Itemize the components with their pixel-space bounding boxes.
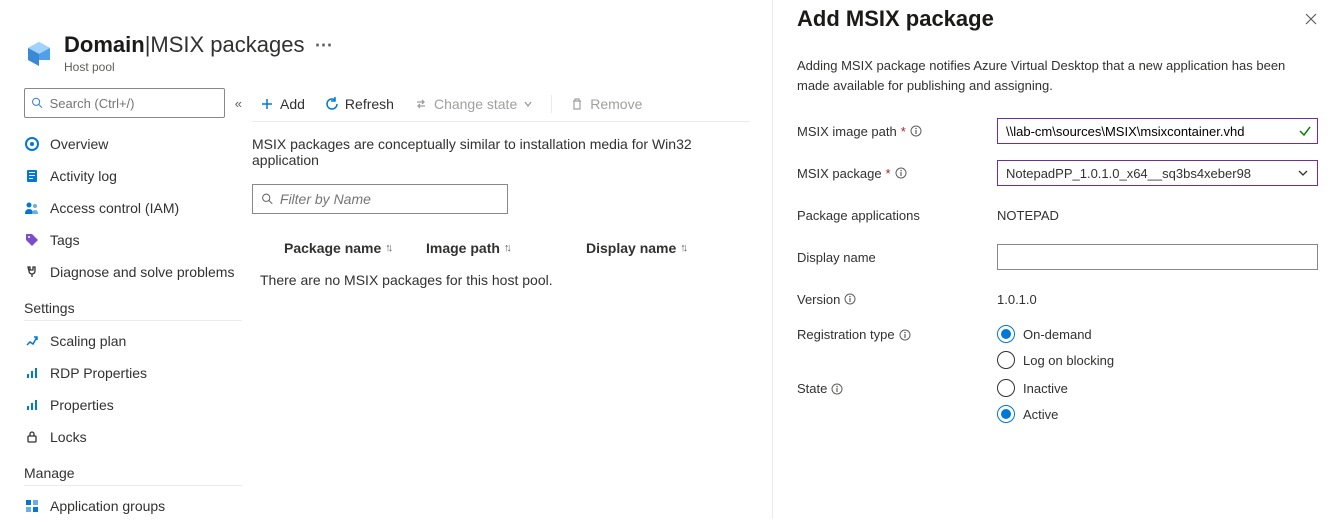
label-display-name: Display name — [797, 250, 997, 265]
chevron-down-icon — [523, 99, 533, 109]
label-apps: Package applications — [797, 208, 997, 223]
overview-icon — [24, 136, 40, 152]
sidebar-item-iam[interactable]: Access control (IAM) — [24, 192, 242, 224]
info-icon[interactable] — [895, 167, 907, 179]
rdp-icon — [24, 365, 40, 381]
activity-icon — [24, 168, 40, 184]
close-icon[interactable] — [1304, 6, 1318, 26]
radio-selected-icon — [997, 405, 1015, 423]
chevron-down-icon — [1297, 167, 1309, 179]
package-select[interactable]: NotepadPP_1.0.1.0_x64__sq3bs4xeber98 — [997, 160, 1318, 186]
info-icon[interactable] — [831, 383, 843, 395]
refresh-icon — [325, 97, 339, 111]
page-subtitle: Host pool — [64, 60, 332, 74]
filter-input[interactable] — [280, 191, 499, 207]
sidebar-item-diagnose[interactable]: Diagnose and solve problems — [24, 256, 242, 288]
apps-value: NOTEPAD — [997, 208, 1318, 223]
sidebar-item-rdp[interactable]: RDP Properties — [24, 357, 242, 389]
sidebar-item-label: Access control (IAM) — [50, 200, 179, 216]
reg-ondemand-radio[interactable]: On-demand — [997, 325, 1318, 343]
info-icon[interactable] — [899, 329, 911, 341]
tags-icon — [24, 232, 40, 248]
sidebar-item-label: Tags — [50, 232, 80, 248]
sidebar-item-label: Overview — [50, 136, 108, 152]
sidebar-item-label: Activity log — [50, 168, 117, 184]
sidebar-search[interactable] — [24, 88, 225, 118]
info-icon[interactable] — [910, 125, 922, 137]
sort-icon: ↑↓ — [680, 242, 685, 254]
trash-icon — [570, 97, 584, 111]
more-icon[interactable]: ⋯ — [314, 35, 332, 56]
search-icon — [261, 192, 274, 206]
toolbar-separator — [551, 95, 552, 113]
display-name-input[interactable] — [997, 244, 1318, 270]
sidebar-item-tags[interactable]: Tags — [24, 224, 242, 256]
state-active-radio[interactable]: Active — [997, 405, 1318, 423]
sidebar-item-locks[interactable]: Locks — [24, 421, 242, 453]
sidebar-item-properties[interactable]: Properties — [24, 389, 242, 421]
change-state-button[interactable]: Change state — [406, 86, 541, 121]
radio-icon — [997, 379, 1015, 397]
sidebar-section-manage: Manage — [24, 465, 242, 486]
col-package-name[interactable]: Package name↑↓ — [256, 240, 426, 256]
state-inactive-radio[interactable]: Inactive — [997, 379, 1318, 397]
label-state: State — [797, 379, 997, 396]
checkmark-icon — [1298, 124, 1312, 138]
scaling-icon — [24, 333, 40, 349]
sort-icon: ↑↓ — [385, 242, 390, 254]
diagnose-icon — [24, 264, 40, 280]
search-icon — [31, 96, 44, 110]
sort-icon: ↑↓ — [504, 242, 509, 254]
hostpool-icon — [24, 36, 54, 66]
reg-logon-radio[interactable]: Log on blocking — [997, 351, 1318, 369]
label-package: MSIX package* — [797, 166, 997, 181]
sidebar-item-appgroups[interactable]: Application groups — [24, 490, 242, 522]
swap-icon — [414, 97, 428, 111]
remove-button[interactable]: Remove — [562, 86, 650, 121]
col-display-name[interactable]: Display name↑↓ — [586, 240, 746, 256]
appgroups-icon — [24, 498, 40, 514]
sidebar-item-label: Application groups — [50, 498, 165, 514]
label-version: Version — [797, 292, 997, 307]
filter-box[interactable] — [252, 184, 508, 214]
description-text: MSIX packages are conceptually similar t… — [252, 136, 750, 168]
radio-icon — [997, 351, 1015, 369]
label-reg-type: Registration type — [797, 325, 997, 342]
sidebar-item-overview[interactable]: Overview — [24, 128, 242, 160]
col-image-path[interactable]: Image path↑↓ — [426, 240, 586, 256]
info-icon[interactable] — [844, 293, 856, 305]
panel-description: Adding MSIX package notifies Azure Virtu… — [797, 56, 1318, 95]
refresh-button[interactable]: Refresh — [317, 86, 402, 121]
lock-icon — [24, 429, 40, 445]
iam-icon — [24, 200, 40, 216]
panel-title: Add MSIX package — [797, 6, 994, 32]
sidebar-section-settings: Settings — [24, 300, 242, 321]
sidebar-item-label: Diagnose and solve problems — [50, 264, 234, 280]
plus-icon — [260, 97, 274, 111]
sidebar-item-activity[interactable]: Activity log — [24, 160, 242, 192]
page-title: Domain | MSIX packages ⋯ — [64, 32, 332, 58]
sidebar-item-label: RDP Properties — [50, 365, 147, 381]
sidebar-item-label: Properties — [50, 397, 114, 413]
add-button[interactable]: Add — [252, 86, 313, 121]
sidebar-search-input[interactable] — [50, 96, 218, 111]
sidebar-item-label: Scaling plan — [50, 333, 126, 349]
add-msix-panel: Add MSIX package Adding MSIX package not… — [772, 0, 1342, 519]
image-path-input[interactable] — [997, 118, 1318, 144]
sidebar-item-scaling[interactable]: Scaling plan — [24, 325, 242, 357]
empty-state: There are no MSIX packages for this host… — [252, 262, 750, 298]
properties-icon — [24, 397, 40, 413]
sidebar-item-label: Locks — [50, 429, 87, 445]
collapse-sidebar[interactable]: « — [235, 96, 242, 111]
radio-selected-icon — [997, 325, 1015, 343]
label-image-path: MSIX image path* — [797, 124, 997, 139]
version-value: 1.0.1.0 — [997, 292, 1318, 307]
